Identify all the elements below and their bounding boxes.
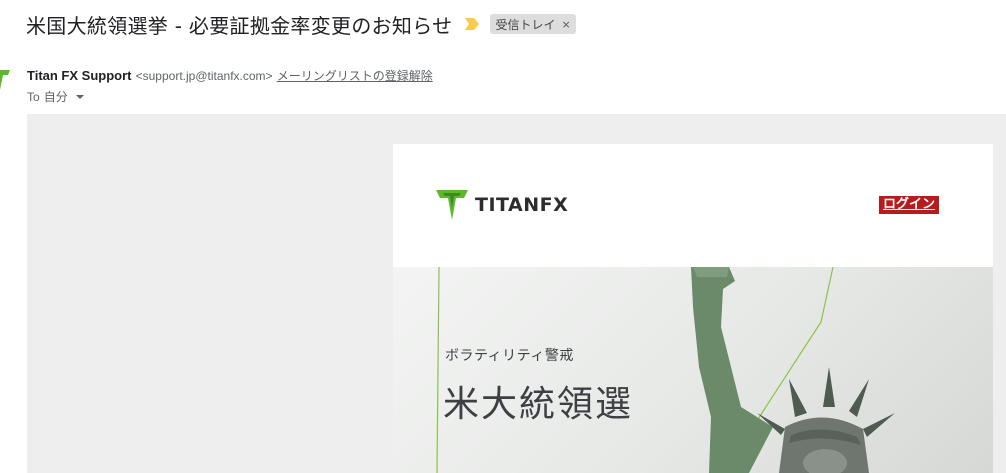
sender-email: <support.jp@titanfx.com>	[135, 69, 273, 83]
statue-of-liberty-image	[436, 267, 895, 473]
login-button[interactable]: ログイン	[878, 196, 939, 214]
email-subject: 米国大統領選挙 - 必要証拠金率変更のお知らせ	[26, 13, 453, 38]
to-prefix: To	[27, 89, 40, 104]
titan-logo[interactable]: TITANFX	[435, 188, 568, 222]
titan-logo-icon	[436, 190, 468, 220]
sender-line: Titan FX Support <support.jp@titanfx.com…	[27, 67, 433, 84]
recipient-line: To 自分	[27, 88, 84, 105]
subject-row: 米国大統領選挙 - 必要証拠金率変更のお知らせ 受信トレイ ×	[26, 10, 576, 38]
label-chip-text: 受信トレイ	[495, 17, 556, 32]
logo-text: TITANFX	[475, 194, 569, 216]
hero-banner: ボラティリティ警戒 米大統領選	[393, 267, 993, 473]
remove-label-icon[interactable]: ×	[561, 18, 570, 31]
sender-name[interactable]: Titan FX Support	[27, 68, 131, 83]
email-view: 米国大統領選挙 - 必要証拠金率変更のお知らせ 受信トレイ × Titan FX…	[0, 0, 1006, 473]
hero-title: 米大統領選	[443, 384, 634, 425]
titan-avatar-icon	[0, 66, 12, 94]
unsubscribe-link[interactable]: メーリングリストの登録解除	[277, 69, 433, 83]
email-body: TITANFX ログイン ボラティリティ警戒 米大統領選	[27, 114, 1006, 473]
label-chip-inbox[interactable]: 受信トレイ ×	[490, 14, 576, 34]
to-value: 自分	[43, 90, 68, 104]
newsletter-header: TITANFX ログイン	[393, 144, 993, 267]
newsletter-card: TITANFX ログイン ボラティリティ警戒 米大統領選	[393, 144, 993, 473]
chevron-down-icon[interactable]	[75, 94, 84, 99]
hero-eyebrow: ボラティリティ警戒	[445, 348, 574, 364]
importance-marker-icon[interactable]	[464, 17, 480, 31]
